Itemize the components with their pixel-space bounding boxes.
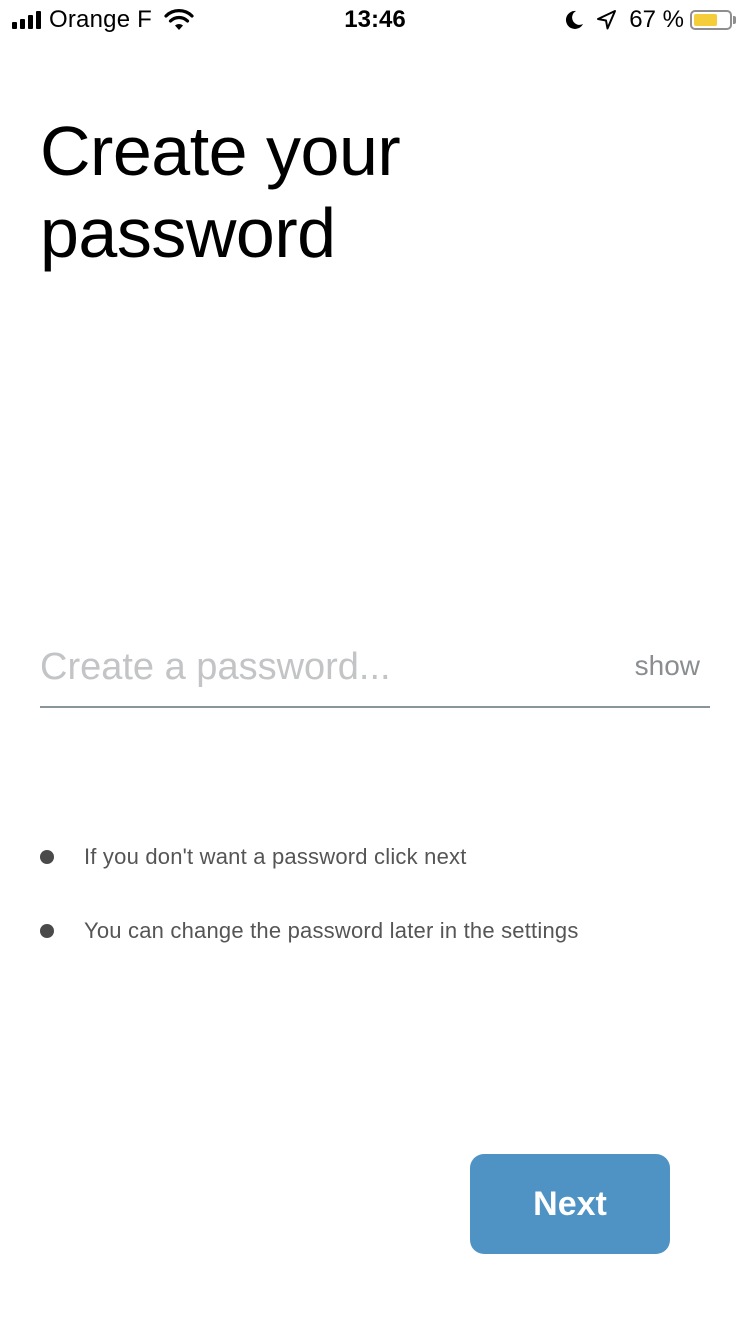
battery-icon [690,10,732,30]
hint-list: If you don't want a password click next … [40,840,720,988]
page-title: Create your password [40,110,640,274]
bullet-icon [40,924,54,938]
hint-text: You can change the password later in the… [84,918,579,943]
hint-item: You can change the password later in the… [40,914,720,988]
show-password-toggle[interactable]: show [635,650,700,682]
status-bar: Orange F 13:46 67 % [0,0,750,40]
page-title-line-2: password [40,194,336,272]
battery-level-fill [694,14,717,26]
password-field-row: show [40,636,710,708]
battery-percent: 67 % [629,6,684,33]
battery-cap [733,16,736,24]
bullet-icon [40,850,54,864]
password-input[interactable] [40,636,600,698]
next-button[interactable]: Next [470,1154,670,1254]
hint-item: If you don't want a password click next [40,840,720,914]
hint-text: If you don't want a password click next [84,844,467,869]
page-title-line-1: Create your [40,112,401,190]
status-right: 67 % [563,6,736,34]
moon-icon [566,10,584,29]
location-arrow-icon [597,10,617,30]
